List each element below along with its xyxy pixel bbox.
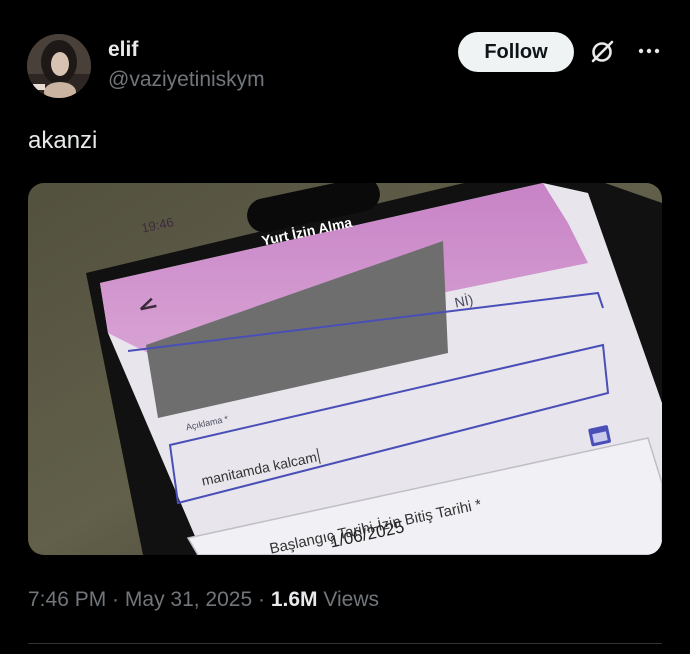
tweet-time[interactable]: 7:46 PM — [28, 588, 106, 611]
author-name[interactable]: elif — [108, 38, 138, 62]
divider — [28, 643, 662, 644]
more-options-icon[interactable] — [636, 38, 662, 64]
tweet-date[interactable]: May 31, 2025 — [125, 588, 252, 611]
photo-of-phone — [28, 183, 662, 555]
meta-separator: · — [106, 588, 125, 611]
grok-icon[interactable] — [588, 38, 616, 66]
tweet-metadata: 7:46 PM · May 31, 2025 · 1.6M Views — [28, 588, 379, 612]
views-label: Views — [317, 588, 379, 611]
avatar[interactable] — [27, 34, 91, 98]
tweet-text: akanzi — [28, 127, 98, 154]
avatar-image — [27, 34, 91, 98]
meta-separator: · — [252, 588, 271, 611]
tweet-media-photo[interactable]: 19:46 Yurt İzin Alma Nİ) Açıklama * mani… — [28, 183, 662, 555]
views-count: 1.6M — [270, 588, 318, 611]
author-handle[interactable]: @vaziyetiniskym — [108, 68, 265, 92]
follow-button[interactable]: Follow — [458, 32, 574, 72]
